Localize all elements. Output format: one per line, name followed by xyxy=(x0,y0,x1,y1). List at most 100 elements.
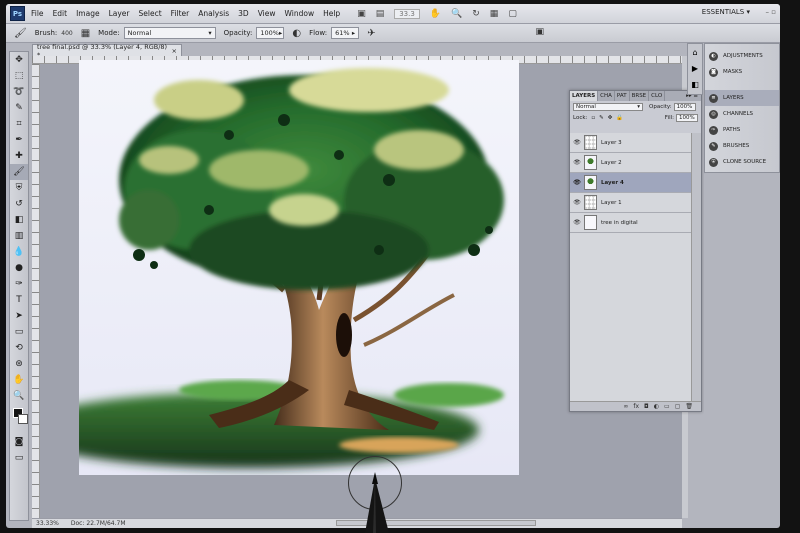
menu-3d[interactable]: 3D xyxy=(238,9,249,18)
hand-tool-icon[interactable]: ✋ xyxy=(10,372,28,388)
pressure-opacity-icon[interactable]: ◐ xyxy=(292,28,301,39)
menu-analysis[interactable]: Analysis xyxy=(198,9,229,18)
navigator-icon[interactable]: ◧ xyxy=(688,76,702,92)
dock-item-paths[interactable]: ✑ PATHS xyxy=(705,122,779,138)
menu-image[interactable]: Image xyxy=(76,9,100,18)
view-extras-icon[interactable]: ▤ xyxy=(376,9,385,19)
menu-window[interactable]: Window xyxy=(285,9,315,18)
dock-item-adjustments[interactable]: ◐ ADJUSTMENTS xyxy=(705,48,779,64)
zoom-tool-icon[interactable]: 🔍 xyxy=(10,388,28,404)
layer-row[interactable]: 👁 tree in digital xyxy=(570,213,693,233)
adjustment-layer-icon[interactable]: ◐ xyxy=(654,403,659,410)
lock-transparency-icon[interactable]: ▫ xyxy=(591,115,595,121)
dock-item-masks[interactable]: ◙ MASKS xyxy=(705,64,779,80)
menu-file[interactable]: File xyxy=(31,9,44,18)
lock-image-icon[interactable]: ✎ xyxy=(599,115,604,121)
screen-mode-icon[interactable]: ▭ xyxy=(10,450,28,466)
close-icon[interactable]: × xyxy=(172,47,177,55)
flow-field[interactable]: 61% ▸ xyxy=(331,27,360,39)
brush-preset-icon[interactable]: 🖌 xyxy=(14,28,27,39)
tablet-pressure-icon[interactable]: ▣ xyxy=(535,27,544,37)
visibility-eye-icon[interactable]: 👁 xyxy=(570,219,584,226)
fill-field[interactable]: 100% xyxy=(676,113,698,122)
vertical-ruler[interactable] xyxy=(32,64,40,518)
screen-mode-icon[interactable]: ▢ xyxy=(508,9,517,19)
airbrush-icon[interactable]: ✈ xyxy=(367,28,375,39)
menu-view[interactable]: View xyxy=(258,9,276,18)
layers-scrollbar[interactable] xyxy=(691,133,701,403)
menu-select[interactable]: Select xyxy=(139,9,162,18)
brush-size-picker[interactable]: 400 xyxy=(61,30,72,37)
status-doc-size[interactable]: Doc: 22.7M/64.7M xyxy=(71,520,126,527)
hand-tool-icon[interactable]: ✋ xyxy=(430,9,441,19)
link-layers-icon[interactable]: ∞ xyxy=(623,403,628,410)
eyedropper-tool-icon[interactable]: ✒ xyxy=(10,132,28,148)
pen-tool-icon[interactable]: ✑ xyxy=(10,276,28,292)
brush-tool-icon[interactable]: 🖌 xyxy=(10,164,28,180)
blur-tool-icon[interactable]: 💧 xyxy=(10,244,28,260)
menu-edit[interactable]: Edit xyxy=(53,9,68,18)
opacity-field[interactable]: 100% ▸ xyxy=(256,27,285,39)
history-brush-tool-icon[interactable]: ↺ xyxy=(10,196,28,212)
trash-icon[interactable]: 🗑 xyxy=(685,403,693,410)
rotate-view-icon[interactable]: ↻ xyxy=(472,9,480,19)
brush-panel-icon[interactable]: ▦ xyxy=(81,28,90,39)
canvas[interactable] xyxy=(79,60,519,475)
eraser-tool-icon[interactable]: ◧ xyxy=(10,212,28,228)
layer-opacity-field[interactable]: 100% xyxy=(673,102,696,111)
mode-select[interactable]: Normal ▾ xyxy=(123,27,216,39)
add-mask-icon[interactable]: ◘ xyxy=(644,403,649,410)
background-color-swatch[interactable] xyxy=(18,414,28,424)
type-tool-icon[interactable]: T xyxy=(10,292,28,308)
visibility-eye-icon[interactable]: 👁 xyxy=(570,199,584,206)
layer-style-icon[interactable]: fx xyxy=(633,403,639,410)
dock-item-clone-source[interactable]: ⛨ CLONE SOURCE xyxy=(705,154,779,170)
move-tool-icon[interactable]: ✥ xyxy=(10,52,28,68)
3d-orbit-tool-icon[interactable]: ⊛ xyxy=(10,356,28,372)
clone-stamp-tool-icon[interactable]: ⛨ xyxy=(10,180,28,196)
document-tab[interactable]: tree final.psd @ 33.3% (Layer 4, RGB/8) … xyxy=(32,43,182,59)
lock-all-icon[interactable]: 🔒 xyxy=(616,115,623,121)
path-select-tool-icon[interactable]: ➤ xyxy=(10,308,28,324)
color-swatches[interactable] xyxy=(10,404,28,434)
arrange-documents-icon[interactable]: ▦ xyxy=(490,9,499,19)
dodge-tool-icon[interactable]: ● xyxy=(10,260,28,276)
layer-row-selected[interactable]: 👁 Layer 4 xyxy=(570,173,693,193)
tab-paths[interactable]: PAT xyxy=(615,91,630,101)
tab-channels[interactable]: CHA xyxy=(598,91,615,101)
history-icon[interactable]: ⌂ xyxy=(688,44,702,60)
menu-filter[interactable]: Filter xyxy=(171,9,190,18)
lock-position-icon[interactable]: ✥ xyxy=(608,115,613,121)
shape-tool-icon[interactable]: ▭ xyxy=(10,324,28,340)
crop-tool-icon[interactable]: ⌗ xyxy=(10,116,28,132)
status-zoom[interactable]: 33.33% xyxy=(36,520,59,527)
3d-rotate-tool-icon[interactable]: ⟲ xyxy=(10,340,28,356)
visibility-eye-icon[interactable]: 👁 xyxy=(570,159,584,166)
gradient-tool-icon[interactable]: ▥ xyxy=(10,228,28,244)
dock-item-layers[interactable]: ≣ LAYERS xyxy=(705,90,779,106)
dock-item-channels[interactable]: ◎ CHANNELS xyxy=(705,106,779,122)
tab-brushes[interactable]: BRSE xyxy=(630,91,650,101)
lasso-tool-icon[interactable]: ➰ xyxy=(10,84,28,100)
healing-tool-icon[interactable]: ✚ xyxy=(10,148,28,164)
bridge-icon[interactable]: ▣ xyxy=(357,9,366,19)
quick-select-tool-icon[interactable]: ✎ xyxy=(10,100,28,116)
tab-layers[interactable]: LAYERS xyxy=(570,91,599,101)
tab-clone-source[interactable]: CLO xyxy=(649,91,666,101)
new-group-icon[interactable]: ▭ xyxy=(664,403,670,410)
menu-layer[interactable]: Layer xyxy=(109,9,130,18)
window-controls[interactable]: – ▫ xyxy=(766,8,776,16)
marquee-tool-icon[interactable]: ⬚ xyxy=(10,68,28,84)
dock-item-brushes[interactable]: ✎ BRUSHES xyxy=(705,138,779,154)
visibility-eye-icon[interactable]: 👁 xyxy=(570,179,584,186)
quick-mask-icon[interactable]: ◙ xyxy=(10,434,28,450)
visibility-eye-icon[interactable]: 👁 xyxy=(570,139,584,146)
layer-row[interactable]: 👁 Layer 2 xyxy=(570,153,693,173)
blend-mode-select[interactable]: Normal ▾ xyxy=(573,102,643,111)
new-layer-icon[interactable]: ▢ xyxy=(675,403,681,410)
menu-help[interactable]: Help xyxy=(323,9,340,18)
workspace-switcher[interactable]: ESSENTIALS ▾ xyxy=(702,8,750,16)
layer-row[interactable]: 👁 Layer 1 xyxy=(570,193,693,213)
layer-row[interactable]: 👁 Layer 3 xyxy=(570,133,693,153)
zoom-level-field[interactable]: 33.3 xyxy=(394,8,420,19)
